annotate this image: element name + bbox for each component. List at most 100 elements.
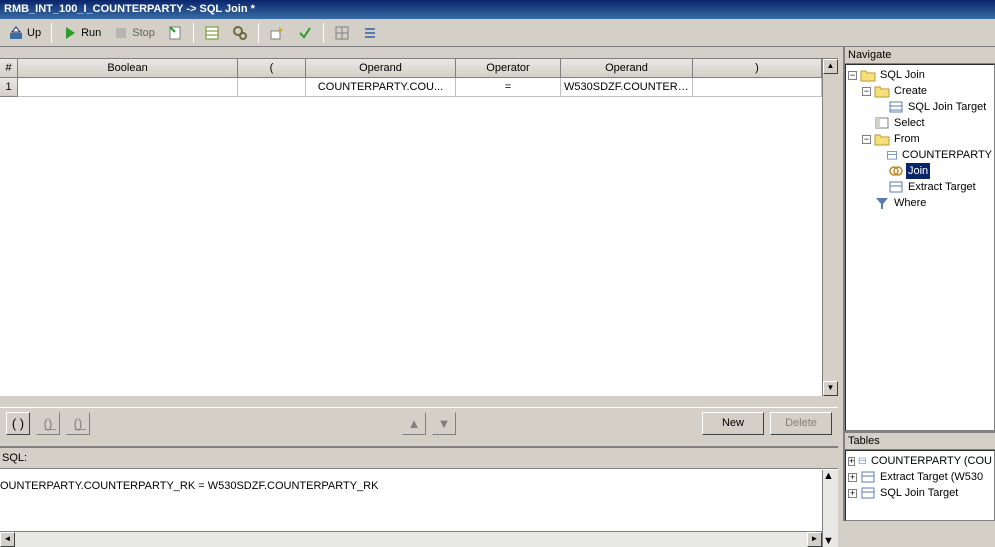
col-header-lparen[interactable]: ( [238, 59, 306, 78]
arrow-up-icon: ▲ [408, 416, 421, 431]
scroll-up-icon[interactable]: ▲ [823, 59, 838, 74]
new-button[interactable]: New [702, 412, 764, 435]
col-header-num[interactable]: # [0, 59, 18, 78]
cell-operand2[interactable]: W530SDZF.COUNTERP... [561, 78, 693, 97]
list-item[interactable]: + Extract Target (W530 [848, 469, 994, 485]
ungroup-icon: (͟) [44, 416, 53, 431]
delete-button[interactable]: Delete [770, 412, 832, 435]
col-header-operator[interactable]: Operator [456, 59, 561, 78]
col-header-operand1[interactable]: Operand [306, 59, 456, 78]
tree-label: SQL Join [878, 67, 927, 83]
scroll-down-icon[interactable]: ▼ [823, 381, 838, 396]
table-icon [886, 148, 898, 162]
grid-button-row: ( ) (͟) (͟) ▲ ▼ New Delete [0, 407, 838, 439]
col-header-rparen[interactable]: ) [693, 59, 822, 78]
up-button[interactable]: Up [3, 22, 46, 44]
table-row[interactable]: 1 COUNTERPARTY.COU... = W530SDZF.COUNTER… [0, 78, 838, 97]
up-icon [8, 25, 24, 41]
tree-label: From [892, 131, 922, 147]
plus-icon[interactable]: + [848, 489, 857, 498]
stop-label: Stop [132, 27, 155, 39]
table-name: Extract Target (W530 [878, 469, 985, 485]
scroll-up-icon[interactable]: ▲ [823, 470, 838, 482]
table-icon [860, 470, 876, 484]
tables-tree: + COUNTERPARTY (COU + Extract Target (W5… [845, 450, 995, 521]
tree-node-select[interactable]: Select [848, 115, 994, 131]
list-item[interactable]: + COUNTERPARTY (COU [848, 453, 994, 469]
scroll-down-icon[interactable]: ▼ [823, 535, 838, 547]
conditions-grid: # Boolean ( Operand Operator Operand ) 1… [0, 58, 838, 396]
run-label: Run [81, 27, 101, 39]
row-number[interactable]: 1 [0, 78, 18, 97]
sql-hscrollbar[interactable]: ◄ ► [0, 531, 822, 547]
table-name: COUNTERPARTY (COU [869, 453, 994, 469]
cell-operator[interactable]: = [456, 78, 561, 97]
toolbar: Up Run Stop [0, 19, 995, 47]
scroll-left-icon[interactable]: ◄ [0, 532, 15, 547]
tree-node-sqljointarget[interactable]: SQL Join Target [848, 99, 994, 115]
minus-icon[interactable]: − [848, 71, 857, 80]
tree-label: Select [892, 115, 927, 131]
move-down-button[interactable]: ▼ [432, 412, 456, 435]
run-button[interactable]: Run [57, 22, 106, 44]
arrow-down-icon: ▼ [438, 416, 451, 431]
tool-button-2[interactable] [199, 22, 225, 44]
sheet-icon [204, 25, 220, 41]
check-icon [297, 25, 313, 41]
new-label: New [722, 417, 744, 429]
tree-node-join[interactable]: Join [848, 163, 994, 179]
ungroup-icon: (͟) [74, 416, 83, 431]
cell-lparen[interactable] [238, 78, 306, 97]
scroll-right-icon[interactable]: ► [807, 532, 822, 547]
tree-node-extract-target[interactable]: Extract Target [848, 179, 994, 195]
tree-label: Where [892, 195, 928, 211]
cell-rparen[interactable] [693, 78, 822, 97]
sql-panel: SQL: OUNTERPARTY.COUNTERPARTY_RK = W530S… [0, 446, 838, 521]
plus-icon[interactable]: + [848, 473, 857, 482]
join-icon [888, 164, 904, 178]
col-header-boolean[interactable]: Boolean [18, 59, 238, 78]
minus-icon[interactable]: − [862, 135, 871, 144]
ungroup-button-2[interactable]: (͟) [66, 412, 90, 435]
play-icon [62, 25, 78, 41]
navigate-title: Navigate [845, 47, 995, 64]
tool-button-7[interactable] [357, 22, 383, 44]
tree-label: Join [906, 163, 930, 179]
tree-node-sqljoin[interactable]: − SQL Join [848, 67, 994, 83]
minus-icon[interactable]: − [862, 87, 871, 96]
tree-label: SQL Join Target [906, 99, 988, 115]
tool-button-3[interactable] [227, 22, 253, 44]
sql-vscrollbar[interactable]: ▲ ▼ [822, 470, 838, 547]
up-label: Up [27, 27, 41, 39]
cell-boolean[interactable] [18, 78, 238, 97]
tool-button-6[interactable] [329, 22, 355, 44]
folder-open-icon [874, 132, 890, 146]
filter-icon [874, 196, 890, 210]
ungroup-button-1[interactable]: (͟) [36, 412, 60, 435]
stop-button[interactable]: Stop [108, 22, 160, 44]
tree-node-from[interactable]: − From [848, 131, 994, 147]
navigate-tree: − SQL Join − Create SQL Join Target [845, 64, 995, 431]
tool-button-1[interactable] [162, 22, 188, 44]
tool-button-5[interactable] [292, 22, 318, 44]
sql-text-content: OUNTERPARTY.COUNTERPARTY_RK = W530SDZF.C… [0, 480, 378, 492]
col-header-operand2[interactable]: Operand [561, 59, 693, 78]
grid-icon [334, 25, 350, 41]
export-icon [269, 25, 285, 41]
group-parens-button[interactable]: ( ) [6, 412, 30, 435]
folder-icon [860, 68, 876, 82]
cell-operand1[interactable]: COUNTERPARTY.COU... [306, 78, 456, 97]
select-icon [874, 116, 890, 130]
list-item[interactable]: + SQL Join Target [848, 485, 994, 501]
tree-node-counterparty[interactable]: COUNTERPARTY [848, 147, 994, 163]
sql-label: SQL: [2, 452, 27, 464]
tree-node-create[interactable]: − Create [848, 83, 994, 99]
plus-icon[interactable]: + [848, 457, 855, 466]
grid-scrollbar[interactable]: ▲ ▼ [822, 59, 838, 396]
list-icon [362, 25, 378, 41]
sql-text-area[interactable]: OUNTERPARTY.COUNTERPARTY_RK = W530SDZF.C… [0, 469, 838, 547]
move-up-button[interactable]: ▲ [402, 412, 426, 435]
tree-node-where[interactable]: Where [848, 195, 994, 211]
doc-icon [167, 25, 183, 41]
tool-button-4[interactable] [264, 22, 290, 44]
